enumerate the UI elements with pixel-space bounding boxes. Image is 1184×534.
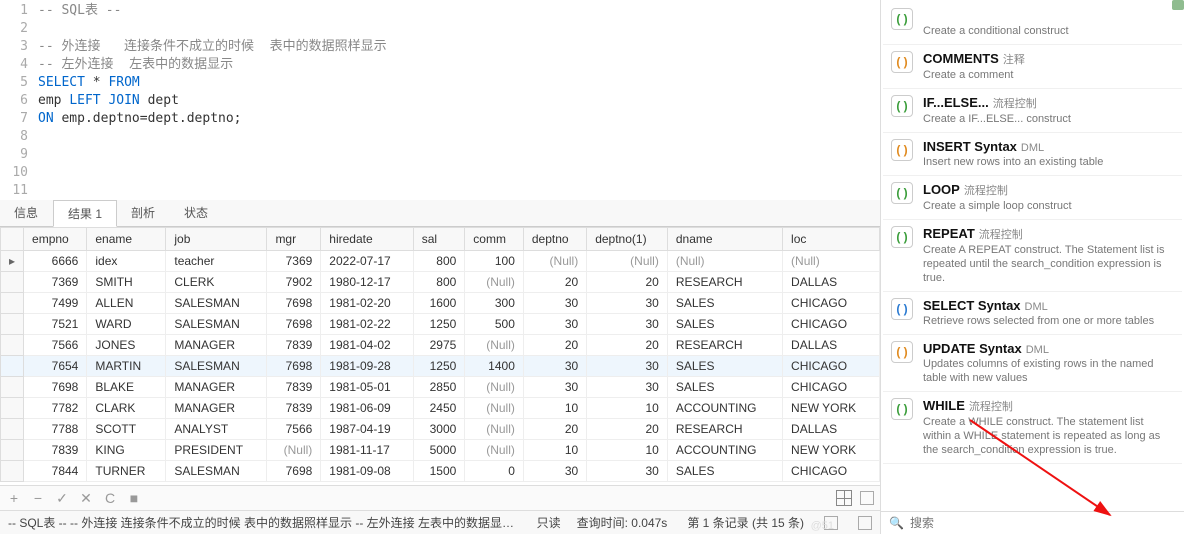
- snippet-icon: ( ): [891, 139, 913, 161]
- snippet-icon: ( ): [891, 95, 913, 117]
- form-view-icon[interactable]: [860, 491, 874, 505]
- snippet-title: WHILE流程控制: [923, 398, 1174, 414]
- snippet-desc: Create a simple loop construct: [923, 199, 1174, 213]
- col-empno[interactable]: empno: [24, 228, 87, 251]
- col-ename[interactable]: ename: [87, 228, 166, 251]
- snippet-desc: Updates columns of existing rows in the …: [923, 357, 1174, 385]
- col-job[interactable]: job: [166, 228, 267, 251]
- snippet-desc: Create a comment: [923, 68, 1174, 82]
- snippet-icon: ( ): [891, 298, 913, 320]
- snippet-icon: ( ): [891, 341, 913, 363]
- snippet-item[interactable]: ( ) WHILE流程控制 Create a WHILE construct. …: [883, 392, 1182, 464]
- apply-button[interactable]: ✓: [54, 490, 70, 506]
- status-record-count: 第 1 条记录 (共 15 条): [687, 514, 804, 531]
- panel-icon-2[interactable]: [858, 516, 872, 530]
- snippet-title: IF...ELSE...流程控制: [923, 95, 1174, 111]
- tab-状态[interactable]: 状态: [170, 200, 223, 226]
- refresh-button[interactable]: C: [102, 490, 118, 506]
- col-sal[interactable]: sal: [413, 228, 465, 251]
- snippet-icon: ( ): [891, 8, 913, 30]
- snippet-desc: Create a IF...ELSE... construct: [923, 112, 1174, 126]
- add-row-button[interactable]: +: [6, 490, 22, 506]
- table-row[interactable]: 7698BLAKEMANAGER78391981-05-012850(Null)…: [1, 377, 880, 398]
- snippet-title: [923, 8, 1174, 23]
- col-mgr[interactable]: mgr: [267, 228, 321, 251]
- col-hiredate[interactable]: hiredate: [321, 228, 413, 251]
- table-row[interactable]: 7788SCOTTANALYST75661987-04-193000(Null)…: [1, 419, 880, 440]
- snippet-title: UPDATE SyntaxDML: [923, 341, 1174, 356]
- tab-剖析[interactable]: 剖析: [117, 200, 170, 226]
- table-row[interactable]: 7844TURNERSALESMAN76981981-09-0815000303…: [1, 461, 880, 482]
- stop-button[interactable]: ■: [126, 490, 142, 506]
- table-row[interactable]: 7839KINGPRESIDENT(Null)1981-11-175000(Nu…: [1, 440, 880, 461]
- sql-editor[interactable]: 1234567891011 -- SQL表 -- -- 外连接 连接条件不成立的…: [0, 0, 880, 200]
- col-loc[interactable]: loc: [783, 228, 880, 251]
- snippet-search: 🔍: [881, 511, 1184, 534]
- table-row[interactable]: 7782CLARKMANAGER78391981-06-092450(Null)…: [1, 398, 880, 419]
- table-row[interactable]: 7654MARTINSALESMAN76981981-09-2812501400…: [1, 356, 880, 377]
- snippet-icon: ( ): [891, 182, 913, 204]
- snippet-item[interactable]: ( ) LOOP流程控制 Create a simple loop constr…: [883, 176, 1182, 220]
- snippet-icon: ( ): [891, 398, 913, 420]
- snippet-title: COMMENTS注释: [923, 51, 1174, 67]
- watermark: @51: [811, 520, 834, 532]
- col-deptno[interactable]: deptno: [523, 228, 586, 251]
- snippet-icon: ( ): [891, 226, 913, 248]
- snippet-desc: Create A REPEAT construct. The Statement…: [923, 243, 1174, 285]
- search-input[interactable]: [910, 516, 1176, 530]
- table-row[interactable]: 7369SMITHCLERK79021980-12-17800(Null)202…: [1, 272, 880, 293]
- grid-view-icon[interactable]: [836, 490, 852, 506]
- tab-结果 1[interactable]: 结果 1: [53, 200, 117, 227]
- snippet-item[interactable]: ( ) UPDATE SyntaxDML Updates columns of …: [883, 335, 1182, 392]
- snippet-title: REPEAT流程控制: [923, 226, 1174, 242]
- col-dname[interactable]: dname: [667, 228, 782, 251]
- search-icon: 🔍: [889, 516, 904, 530]
- snippet-item[interactable]: ( ) SELECT SyntaxDML Retrieve rows selec…: [883, 292, 1182, 335]
- col-comm[interactable]: comm: [465, 228, 524, 251]
- snippet-item[interactable]: ( ) Create a conditional construct: [883, 2, 1182, 45]
- snippet-item[interactable]: ( ) IF...ELSE...流程控制 Create a IF...ELSE.…: [883, 89, 1182, 133]
- table-row[interactable]: 7499ALLENSALESMAN76981981-02-20160030030…: [1, 293, 880, 314]
- status-bar: -- SQL表 -- -- 外连接 连接条件不成立的时候 表中的数据照样显示 -…: [0, 510, 880, 534]
- snippet-item[interactable]: ( ) COMMENTS注释 Create a comment: [883, 45, 1182, 89]
- result-tabs: 信息结果 1剖析状态: [0, 200, 880, 227]
- snippet-item[interactable]: ( ) REPEAT流程控制 Create A REPEAT construct…: [883, 220, 1182, 292]
- col-deptno(1)[interactable]: deptno(1): [587, 228, 668, 251]
- tab-信息[interactable]: 信息: [0, 200, 53, 226]
- grid-toolbar: + − ✓ ✕ C ■: [0, 485, 880, 510]
- scrollbar-thumb[interactable]: [1172, 0, 1184, 10]
- status-query-text: -- SQL表 -- -- 外连接 连接条件不成立的时候 表中的数据照样显示 -…: [8, 514, 521, 531]
- snippet-item[interactable]: ( ) INSERT SyntaxDML Insert new rows int…: [883, 133, 1182, 176]
- snippet-panel: ( ) Create a conditional construct( ) CO…: [881, 0, 1184, 534]
- snippet-title: LOOP流程控制: [923, 182, 1174, 198]
- cancel-button[interactable]: ✕: [78, 490, 94, 506]
- snippet-title: INSERT SyntaxDML: [923, 139, 1174, 154]
- table-row[interactable]: ▸6666idexteacher73692022-07-17800100(Nul…: [1, 251, 880, 272]
- snippet-desc: Insert new rows into an existing table: [923, 155, 1174, 169]
- snippet-desc: Create a WHILE construct. The statement …: [923, 415, 1174, 457]
- status-readonly: 只读: [537, 514, 561, 531]
- result-grid[interactable]: empnoenamejobmgrhiredatesalcommdeptnodep…: [0, 227, 880, 485]
- snippet-desc: Create a conditional construct: [923, 24, 1174, 38]
- status-query-time: 查询时间: 0.047s: [577, 514, 668, 531]
- snippet-icon: ( ): [891, 51, 913, 73]
- table-row[interactable]: 7521WARDSALESMAN76981981-02-221250500303…: [1, 314, 880, 335]
- snippet-desc: Retrieve rows selected from one or more …: [923, 314, 1174, 328]
- delete-row-button[interactable]: −: [30, 490, 46, 506]
- snippet-title: SELECT SyntaxDML: [923, 298, 1174, 313]
- table-row[interactable]: 7566JONESMANAGER78391981-04-022975(Null)…: [1, 335, 880, 356]
